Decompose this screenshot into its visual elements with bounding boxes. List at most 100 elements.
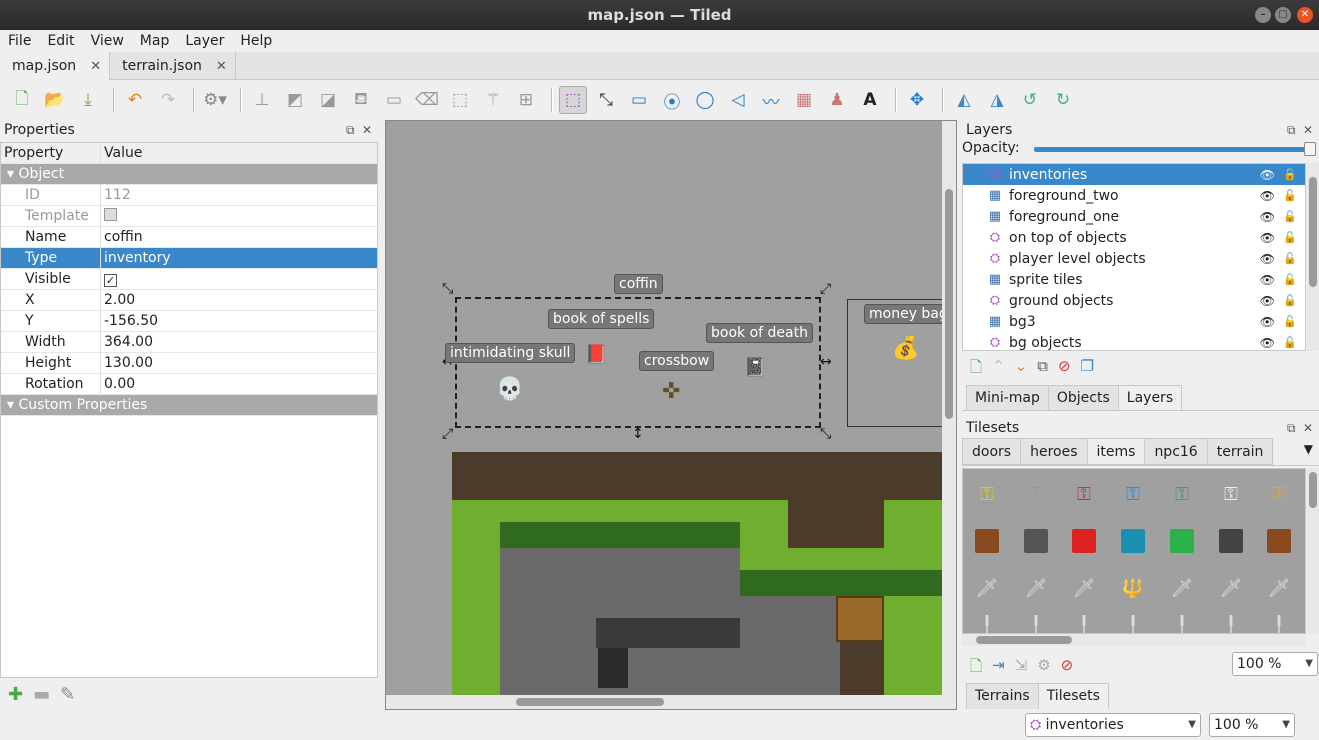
key-tile-icon[interactable]: ⚿ <box>1024 483 1048 507</box>
book-tile-icon[interactable] <box>1219 529 1243 553</box>
tileset-horizontal-scrollbar[interactable] <box>962 634 1306 646</box>
tab-tilesets[interactable]: Tilesets <box>1037 683 1109 709</box>
property-value[interactable]: coffin <box>101 227 377 247</box>
edit-polygons-icon[interactable]: ⤡ <box>592 86 620 114</box>
tab-objects[interactable]: Objects <box>1047 385 1119 410</box>
redo-icon[interactable]: ↷ <box>154 86 182 114</box>
key-tile-icon[interactable]: ⚿ <box>1170 483 1194 507</box>
raise-layer-icon[interactable]: ⌃ <box>992 357 1005 379</box>
menu-view[interactable]: View <box>83 30 132 52</box>
tab-terrains[interactable]: Terrains <box>966 683 1039 709</box>
tileset-tab-doors[interactable]: doors <box>962 438 1022 465</box>
tileset-vertical-scrollbar[interactable] <box>1307 468 1319 634</box>
dagger-tile-icon[interactable]: 🗡 <box>975 577 999 601</box>
scroll-thumb[interactable] <box>1309 472 1317 508</box>
save-file-icon[interactable]: ⤓ <box>74 86 102 114</box>
property-row-y[interactable]: Y -156.50 <box>1 311 377 332</box>
sword-tile-icon[interactable]: 🗡 <box>1219 577 1243 601</box>
maximize-button[interactable]: □ <box>1275 7 1291 23</box>
layer-row[interactable]: ⛭ on top of objects 👁 🔓 <box>963 227 1305 248</box>
lock-icon[interactable]: 🔓 <box>1283 273 1297 286</box>
sword-tile-icon[interactable]: 🗡 <box>1170 577 1194 601</box>
undo-icon[interactable]: ↶ <box>121 86 149 114</box>
spear-tile-icon[interactable]: 🗡 <box>1267 577 1291 601</box>
menu-layer[interactable]: Layer <box>177 30 232 52</box>
opacity-slider-handle[interactable] <box>1304 142 1316 156</box>
property-value[interactable]: 2.00 <box>101 290 377 310</box>
flip-vertical-icon[interactable]: ◮ <box>983 86 1011 114</box>
opacity-slider[interactable] <box>1034 147 1310 152</box>
close-panel-icon[interactable]: ✕ <box>1303 120 1313 140</box>
insert-tile-icon[interactable]: ▦ <box>790 86 818 114</box>
magic-wand-icon[interactable]: ⚚ <box>479 86 507 114</box>
wang-brush-icon[interactable]: ◪ <box>314 86 342 114</box>
lock-icon[interactable]: 🔓 <box>1283 168 1297 181</box>
bucket-fill-icon[interactable]: ⛾ <box>347 86 375 114</box>
property-value[interactable]: 130.00 <box>101 353 377 373</box>
rect-select-icon[interactable]: ⬚ <box>446 86 474 114</box>
group-object[interactable]: ▾ Object <box>1 164 377 185</box>
tab-layers[interactable]: Layers <box>1117 385 1183 410</box>
visibility-eye-icon[interactable]: 👁 <box>1260 294 1275 308</box>
layer-list-scrollbar[interactable] <box>1307 163 1319 351</box>
toggle-other-layers-icon[interactable]: ❐ <box>1081 357 1094 379</box>
lock-icon[interactable]: 🔓 <box>1283 336 1297 349</box>
float-panel-icon[interactable]: ⧉ <box>1287 418 1296 438</box>
lower-layer-icon[interactable]: ⌄ <box>1015 357 1028 379</box>
menu-file[interactable]: File <box>0 30 39 52</box>
canvas-vertical-scrollbar[interactable] <box>942 121 956 695</box>
tileset-tab-terrain[interactable]: terrain <box>1206 438 1274 465</box>
new-file-icon[interactable]: 🗋 <box>8 86 36 114</box>
tileset-properties-icon[interactable]: ⚙ <box>1037 656 1050 681</box>
visibility-eye-icon[interactable]: 👁 <box>1260 168 1275 182</box>
visible-checkbox[interactable]: ✓ <box>104 274 117 287</box>
weapon-tile-icon[interactable]: ╿ <box>1121 615 1145 633</box>
visibility-eye-icon[interactable]: 👁 <box>1260 231 1275 245</box>
float-panel-icon[interactable]: ⧉ <box>346 120 355 140</box>
key-tile-icon[interactable]: ⚿ <box>1072 483 1096 507</box>
layer-row[interactable]: ▦ foreground_one 👁 🔓 <box>963 206 1305 227</box>
property-row-rotation[interactable]: Rotation 0.00 <box>1 374 377 395</box>
close-tab-icon[interactable]: ✕ <box>90 59 101 74</box>
property-row-x[interactable]: X 2.00 <box>1 290 377 311</box>
close-panel-icon[interactable]: ✕ <box>362 120 372 140</box>
visibility-eye-icon[interactable]: 👁 <box>1260 210 1275 224</box>
weapon-tile-icon[interactable]: ╿ <box>1219 615 1243 633</box>
weapon-tile-icon[interactable]: ╿ <box>1267 615 1291 633</box>
rotate-right-icon[interactable]: ↻ <box>1049 86 1077 114</box>
stamp-brush-icon[interactable]: ⊥ <box>248 86 276 114</box>
key-tile-icon[interactable]: ⚿ <box>1267 483 1291 507</box>
property-row-id[interactable]: ID 112 <box>1 185 377 206</box>
insert-template-icon[interactable]: ♟ <box>823 86 851 114</box>
property-row-visible[interactable]: Visible ✓ <box>1 269 377 290</box>
scroll-thumb[interactable] <box>945 189 953 419</box>
map-canvas[interactable]: money bag 💰 ⤡ ↕ ⤢ ↔ ↔ ⤢ ↕ ⤡ coffin book … <box>385 120 957 710</box>
layer-row[interactable]: ▦ foreground_two 👁 🔓 <box>963 185 1305 206</box>
lock-icon[interactable]: 🔓 <box>1283 252 1297 265</box>
trident-tile-icon[interactable]: 🔱 <box>1121 577 1145 601</box>
close-tab-icon[interactable]: ✕ <box>216 59 227 74</box>
book-tile-icon[interactable] <box>1267 529 1291 553</box>
book-tile-icon[interactable] <box>975 529 999 553</box>
lock-icon[interactable]: 🔓 <box>1283 189 1297 202</box>
weapon-tile-icon[interactable]: ╿ <box>1170 615 1194 633</box>
insert-polygon-icon[interactable]: ◁ <box>724 86 752 114</box>
property-row-type[interactable]: Type inventory <box>1 248 377 269</box>
book-tile-icon[interactable] <box>1072 529 1096 553</box>
canvas-horizontal-scrollbar[interactable] <box>386 695 956 709</box>
open-file-icon[interactable]: 📂 <box>41 86 69 114</box>
property-value[interactable]: 0.00 <box>101 374 377 394</box>
lock-icon[interactable]: 🔓 <box>1283 315 1297 328</box>
property-row-height[interactable]: Height 130.00 <box>1 353 377 374</box>
layer-row[interactable]: ▦ bg3 👁 🔓 <box>963 311 1305 332</box>
insert-polyline-icon[interactable]: 〰 <box>757 86 785 114</box>
add-layer-icon[interactable]: 🗋 <box>970 357 982 379</box>
key-tile-icon[interactable]: ⚿ <box>1121 483 1145 507</box>
current-layer-select[interactable]: ⛭ inventories ▼ <box>1025 713 1201 737</box>
flip-horizontal-icon[interactable]: ◭ <box>950 86 978 114</box>
column-value[interactable]: Value <box>101 143 377 163</box>
resize-handle-icon[interactable]: ⤢ <box>820 281 831 297</box>
tileset-tab-npc16[interactable]: npc16 <box>1144 438 1208 465</box>
tileset-zoom-select[interactable]: 100 % ▼ <box>1232 652 1318 676</box>
property-value[interactable]: 364.00 <box>101 332 377 352</box>
